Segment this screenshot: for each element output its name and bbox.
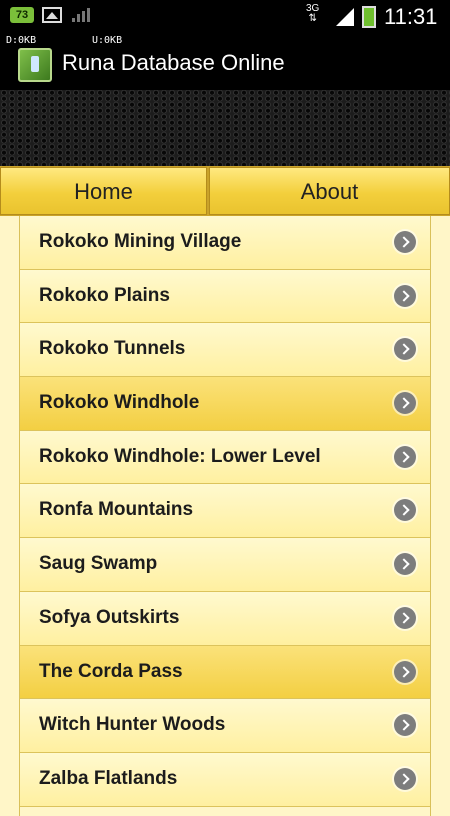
- chevron-right-icon: [394, 606, 416, 629]
- list-item[interactable]: Zalba Flatlands: [20, 752, 430, 807]
- list-item[interactable]: Rokoko Mining Village: [20, 216, 430, 270]
- list-item-label: Sofya Outskirts: [39, 606, 180, 628]
- location-list: Rokoko Mining Village Rokoko Plains Rokoko…: [19, 216, 431, 816]
- list-item-label: Zalba Flatlands: [39, 767, 178, 789]
- list-item-label: Saug Swamp: [39, 553, 158, 575]
- chevron-right-icon: [394, 767, 416, 790]
- status-bar: 73 3G ⇅ 11:31: [0, 0, 450, 32]
- header-banner: [0, 90, 450, 166]
- clock: 11:31: [384, 4, 438, 29]
- list-item-label: Rokoko Windhole: Lower Level: [39, 445, 321, 467]
- list-item-label: Rokoko Tunnels: [39, 338, 186, 360]
- data-transfer-icon: 3G ⇅: [306, 3, 320, 24]
- list-item[interactable]: Rokoko Plains: [20, 269, 430, 324]
- chevron-right-icon: [394, 660, 416, 683]
- download-counter: D:0KB: [6, 35, 37, 46]
- list-item[interactable]: Sofya Outskirts: [20, 591, 430, 646]
- app-title: Runa Database Online: [62, 50, 285, 75]
- app-bar: D:0KB U:0KB Runa Database Online: [0, 32, 450, 90]
- chevron-right-icon: [394, 714, 416, 737]
- list-item[interactable]: Ronfa Mountains: [20, 484, 430, 539]
- chevron-right-icon: [394, 445, 416, 468]
- app-icon[interactable]: [18, 48, 52, 82]
- nav-bar: Home About: [0, 166, 450, 216]
- chevron-right-icon: [394, 231, 416, 253]
- list-item-label: The Corda Pass: [39, 660, 183, 682]
- list-item-label: Rokoko Windhole: [39, 392, 200, 414]
- picture-icon: [42, 7, 62, 23]
- list-item[interactable]: The Corda Pass: [20, 645, 430, 700]
- list-item[interactable]: Saug Swamp: [20, 538, 430, 592]
- chevron-right-icon: [394, 284, 416, 307]
- chevron-right-icon: [394, 338, 416, 361]
- list-item[interactable]: Rokoko Windhole: [20, 377, 430, 431]
- home-button[interactable]: Home: [0, 167, 207, 215]
- about-button[interactable]: About: [209, 167, 450, 215]
- chevron-right-icon: [394, 553, 416, 576]
- list-item[interactable]: Rokoko Tunnels: [20, 323, 430, 378]
- notification-badge-icon: 73: [10, 7, 34, 23]
- upload-counter: U:0KB: [92, 35, 123, 46]
- chevron-right-icon: [394, 499, 416, 522]
- list-item-label: Ronfa Mountains: [39, 499, 194, 521]
- chevron-right-icon: [394, 392, 416, 415]
- list-item[interactable]: Witch Hunter Woods: [20, 699, 430, 753]
- list-item-label: Rokoko Mining Village: [39, 231, 242, 252]
- list-item[interactable]: Rokoko Windhole: Lower Level: [20, 430, 430, 485]
- wifi-bars-icon: [72, 8, 90, 22]
- list-item-label: Rokoko Plains: [39, 284, 170, 306]
- list-item-label: Witch Hunter Woods: [39, 714, 226, 736]
- signal-icon: [334, 8, 354, 26]
- battery-icon: [362, 6, 376, 28]
